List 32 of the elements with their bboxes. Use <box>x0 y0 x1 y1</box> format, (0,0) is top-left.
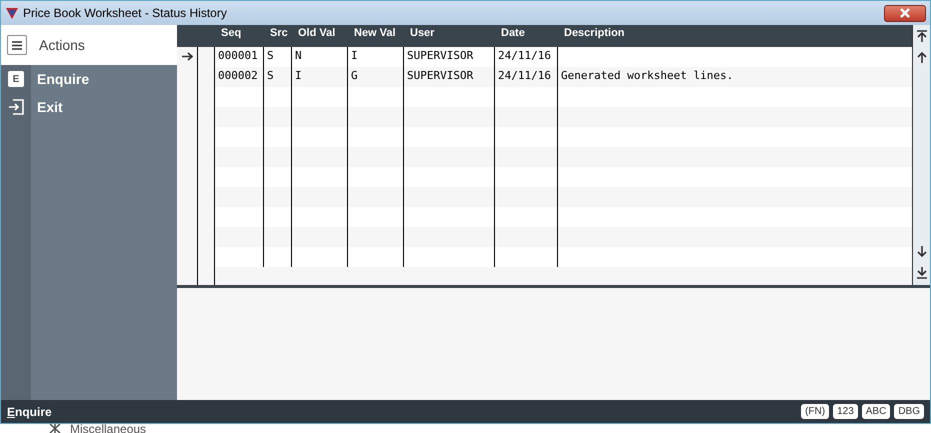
column-header: Old Val <box>297 26 336 41</box>
close-button[interactable] <box>884 4 926 22</box>
sidebar-title: Actions <box>39 36 85 54</box>
table-row[interactable]: 000002 S I G SUPERVISOR 24/11/16 Generated worksheet lines. <box>215 66 912 86</box>
window-title: Price Book Worksheet - Status History <box>23 5 227 22</box>
action-item[interactable]: Enquire <box>31 65 177 93</box>
column-header: User <box>409 26 436 41</box>
scroll-up-icon[interactable] <box>916 52 926 63</box>
mode-indicator: ABC <box>862 404 890 419</box>
scroll-top-icon[interactable] <box>916 30 926 42</box>
menu-button[interactable] <box>7 35 27 55</box>
status-text: Enquire <box>7 404 52 420</box>
close-icon <box>899 8 911 18</box>
exit-icon <box>8 99 24 115</box>
mode-indicator: DBG <box>894 404 924 419</box>
scroll-bottom-icon[interactable] <box>916 267 926 279</box>
background-label: Miscellaneous <box>70 424 146 433</box>
action-item[interactable]: Exit <box>31 93 177 121</box>
menu-icon <box>12 40 22 50</box>
table-cell-text: Generated worksheet lines. <box>560 68 734 84</box>
column-header: Description <box>563 26 626 41</box>
column-header: Seq <box>220 26 242 41</box>
column-header: Src <box>269 26 289 41</box>
mode-indicator: (FN) <box>801 404 830 419</box>
letter-key-icon: E <box>8 71 24 87</box>
table-row[interactable]: 000001 S N I SUPERVISOR 24/11/16 <box>215 46 912 66</box>
tool-icon <box>48 424 62 433</box>
column-header: Date <box>500 26 526 41</box>
scroll-down-icon[interactable] <box>916 246 926 257</box>
column-header: New Val <box>353 26 397 41</box>
app-logo-icon <box>5 6 19 20</box>
mode-indicator: 123 <box>833 404 858 419</box>
